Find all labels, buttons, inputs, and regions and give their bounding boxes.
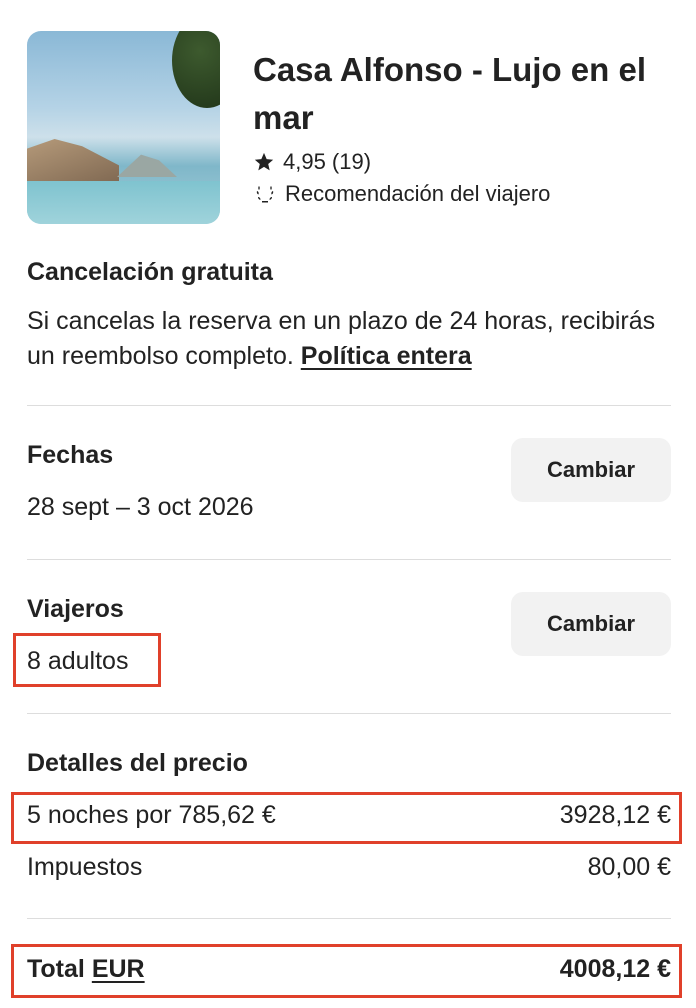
policy-link[interactable]: Política entera (301, 342, 472, 370)
tree-shape (172, 31, 220, 108)
divider (27, 559, 671, 560)
laurel-icon (256, 186, 274, 203)
taxes-label: Impuestos (27, 853, 143, 881)
rock-shape (27, 139, 119, 187)
total-highlight (11, 944, 682, 998)
pool-shape (27, 181, 220, 224)
cancellation-title: Cancelación gratuita (27, 258, 273, 286)
listing-photo[interactable] (27, 31, 220, 224)
rating-value: 4,95 (19) (283, 149, 372, 174)
cancellation-text: Si cancelas la reserva en un plazo de 24… (27, 304, 667, 374)
travelers-highlight (13, 633, 161, 687)
listing-title: Casa Alfonso - Lujo en el mar (253, 51, 646, 136)
change-dates-button[interactable]: Cambiar (511, 438, 671, 502)
divider (27, 918, 671, 919)
travelers-title: Viajeros (27, 595, 124, 623)
nights-highlight (11, 792, 682, 844)
taxes-row: Impuestos 80,00 € (27, 853, 671, 882)
taxes-amount: 80,00 € (587, 853, 671, 881)
change-travelers-button[interactable]: Cambiar (511, 592, 671, 656)
recommendation-row: Recomendación del viajero (253, 179, 550, 209)
dates-value: 28 sept – 3 oct 2026 (27, 493, 254, 521)
dates-title: Fechas (27, 441, 114, 469)
rating-row: 4,95 (19) (253, 147, 371, 177)
divider (27, 405, 671, 406)
hill-shape (117, 154, 177, 177)
recommendation-label: Recomendación del viajero (285, 181, 551, 206)
star-icon (254, 152, 274, 171)
divider (27, 713, 671, 714)
price-details-title: Detalles del precio (27, 749, 248, 777)
